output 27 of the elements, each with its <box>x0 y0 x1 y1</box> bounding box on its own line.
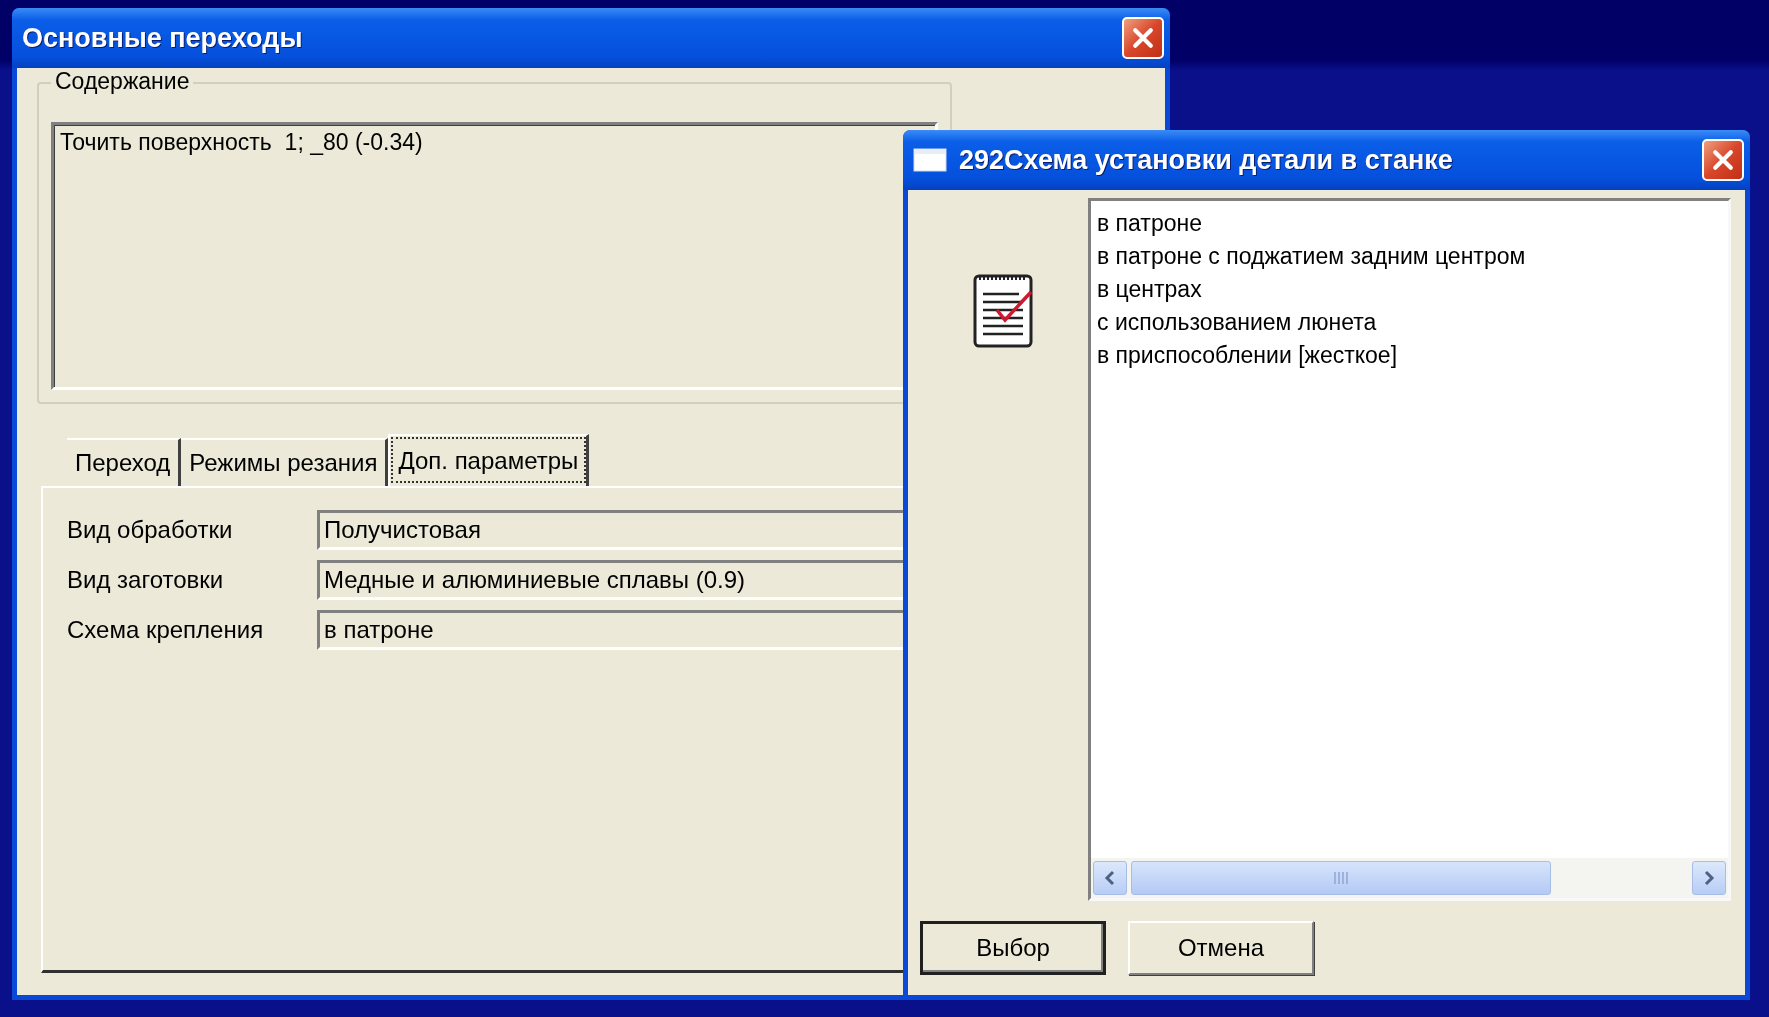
grip-icon <box>1333 871 1349 885</box>
dialog-button[interactable]: Выбор <box>920 921 1106 975</box>
list-item[interactable]: в приспособлении [жесткое] <box>1097 339 1722 372</box>
list-item[interactable]: в патроне с поджатием задним центром <box>1097 240 1722 273</box>
list-item[interactable]: в центрах <box>1097 273 1722 306</box>
dialog-button[interactable]: Отмена <box>1128 921 1314 975</box>
tab[interactable]: Режимы резания <box>181 438 389 486</box>
list-item[interactable]: в патроне <box>1097 207 1722 240</box>
content-field[interactable]: Точить поверхность 1; _80 (-0.34) <box>51 122 938 390</box>
scrollbar[interactable] <box>1091 858 1728 898</box>
scroll-right-button[interactable] <box>1692 861 1726 895</box>
tab[interactable]: Доп. параметры <box>388 434 590 486</box>
scrollbar-thumb[interactable] <box>1131 861 1551 895</box>
field-label: Схема крепления <box>67 615 265 645</box>
close-icon <box>1130 25 1156 51</box>
field-label: Вид обработки <box>67 515 234 545</box>
list-box[interactable]: в патроне в патроне с поджатием задним центром в центрах с использованием люнета в приспособлении [жесткое] <box>1088 198 1731 901</box>
list-item[interactable]: с использованием люнета <box>1097 306 1722 339</box>
window-title: Основные переходы <box>22 22 303 54</box>
close-button[interactable] <box>1702 139 1744 181</box>
window-title: 292Схема установки детали в станке <box>959 144 1453 176</box>
close-button[interactable] <box>1122 17 1164 59</box>
scroll-left-button[interactable] <box>1093 861 1127 895</box>
close-icon <box>1710 147 1736 173</box>
field-label: Вид заготовки <box>67 565 225 595</box>
tab[interactable]: Переход <box>67 438 182 486</box>
window-icon <box>913 148 947 172</box>
